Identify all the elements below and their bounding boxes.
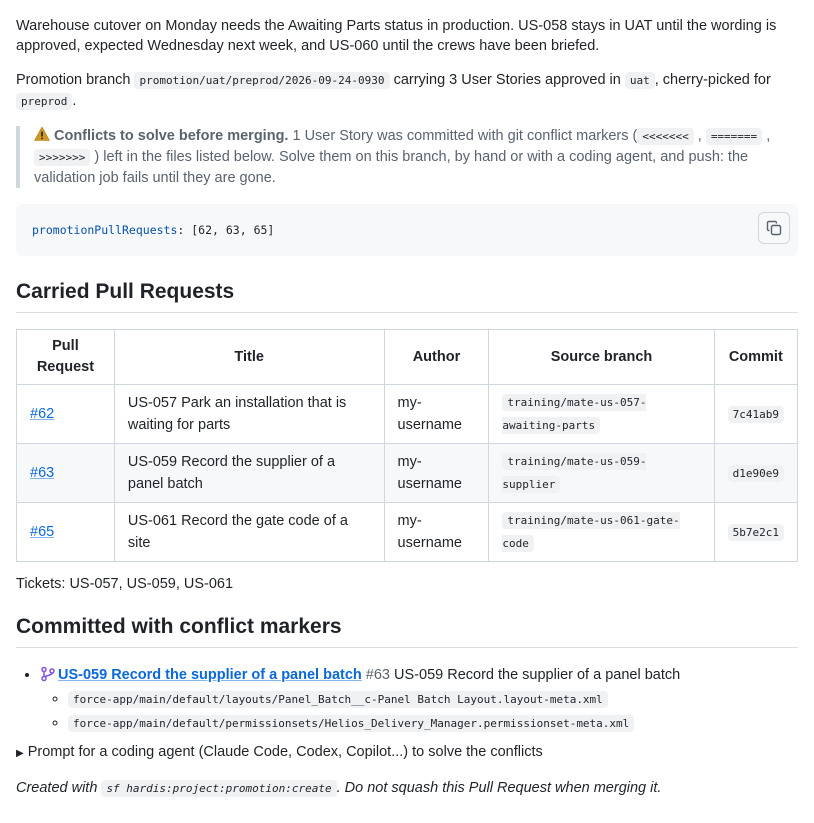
conflict-warning-quote: Conflicts to solve before merging. 1 Use… — [16, 126, 798, 188]
header-title: Title — [113, 328, 385, 386]
conflict-files-list: force-app/main/default/layouts/Panel_Bat… — [40, 689, 798, 734]
header-commit: Commit — [713, 328, 799, 386]
committed-conflict-markers-heading: Committed with conflict markers — [16, 613, 798, 649]
file-path-code: force-app/main/default/layouts/Panel_Bat… — [68, 691, 608, 709]
copy-icon — [766, 220, 782, 236]
carried-pull-requests-table: Pull Request Title Author Source branch … — [16, 328, 799, 563]
table-row: #63 US-059 Record the supplier of a pane… — [16, 443, 799, 504]
source-env-code: uat — [624, 72, 655, 89]
commit-cell: d1e90e9 — [713, 443, 799, 504]
pr-cell: #65 — [16, 502, 115, 563]
prompt-details-toggle[interactable]: ▶ Prompt for a coding agent (Claude Code,… — [16, 742, 798, 764]
commit-code: d1e90e9 — [727, 464, 784, 482]
commit-cell: 5b7e2c1 — [713, 502, 799, 563]
git-branch-icon — [41, 666, 55, 682]
user-story-link[interactable]: US-059 Record the supplier of a panel ba… — [58, 667, 362, 683]
table-row: #62 US-057 Park an installation that is … — [16, 384, 799, 445]
promotion-line: Promotion branch promotion/uat/preprod/2… — [16, 72, 771, 110]
header-pull-request: Pull Request — [16, 328, 115, 386]
intro-paragraph: Warehouse cutover on Monday needs the Aw… — [16, 18, 777, 54]
user-story-title: US-059 Record the supplier of a panel ba… — [394, 667, 681, 684]
pr-link[interactable]: #63 — [30, 465, 54, 481]
title-cell: US-059 Record the supplier of a panel ba… — [113, 443, 385, 504]
marker-start: <<<<<<< — [637, 128, 694, 145]
pr-cell: #63 — [16, 443, 115, 504]
pr-reference: #63 — [365, 667, 390, 684]
marker-middle: ======= — [705, 128, 763, 145]
pr-link[interactable]: #62 — [30, 406, 54, 422]
branch-cell: training/mate-us-059-supplier — [488, 443, 715, 504]
commit-code: 7c41ab9 — [727, 405, 784, 423]
file-path-code: force-app/main/default/permissionsets/He… — [68, 715, 635, 733]
triangle-right-icon: ▶ — [16, 748, 24, 760]
branch-code: training/mate-us-059-supplier — [502, 453, 647, 494]
author-cell: my-username — [383, 384, 490, 445]
prompt-summary-text: Prompt for a coding agent (Claude Code, … — [27, 744, 543, 761]
conflict-list: US-059 Record the supplier of a panel ba… — [16, 664, 798, 734]
list-item: US-059 Record the supplier of a panel ba… — [40, 664, 798, 734]
warning-icon — [34, 126, 50, 141]
title-cell: US-061 Record the gate code of a site — [113, 502, 385, 563]
promotion-code-block: promotionPullRequests: [62, 63, 65] — [16, 204, 798, 256]
pr-description: Warehouse cutover on Monday needs the Aw… — [0, 0, 814, 799]
list-item: force-app/main/default/layouts/Panel_Bat… — [68, 689, 798, 710]
pr-link[interactable]: #65 — [30, 524, 54, 540]
tickets-line: Tickets: US-057, US-059, US-061 — [16, 576, 234, 593]
conflict-warning-title: Conflicts to solve before merging. — [54, 128, 289, 144]
promotion-branch-code: promotion/uat/preprod/2026-09-24-0930 — [134, 72, 390, 89]
carried-pull-requests-heading: Carried Pull Requests — [16, 278, 798, 313]
branch-cell: training/mate-us-061-gate-code — [488, 502, 715, 563]
copy-button[interactable] — [758, 212, 790, 244]
author-cell: my-username — [383, 443, 490, 504]
table-row: #65 US-061 Record the gate code of a sit… — [16, 502, 799, 563]
branch-cell: training/mate-us-057-awaiting-parts — [488, 384, 715, 445]
footer-note: Created with sf hardis:project:promotion… — [16, 780, 662, 798]
target-env-code: preprod — [16, 93, 73, 110]
commit-code: 5b7e2c1 — [727, 523, 784, 541]
table-header-row: Pull Request Title Author Source branch … — [16, 328, 799, 386]
branch-code: training/mate-us-061-gate-code — [502, 512, 680, 553]
command-code: sf hardis:project:promotion:create — [101, 780, 337, 798]
branch-code: training/mate-us-057-awaiting-parts — [502, 394, 647, 435]
header-author: Author — [383, 328, 490, 386]
commit-cell: 7c41ab9 — [713, 384, 799, 445]
list-item: force-app/main/default/permissionsets/He… — [68, 713, 798, 734]
title-cell: US-057 Park an installation that is wait… — [113, 384, 385, 445]
pr-cell: #62 — [16, 384, 115, 445]
header-source-branch: Source branch — [488, 328, 715, 386]
code-content: promotionPullRequests: [62, 63, 65] — [32, 223, 275, 237]
author-cell: my-username — [383, 502, 490, 563]
marker-end: >>>>>>> — [34, 149, 91, 166]
